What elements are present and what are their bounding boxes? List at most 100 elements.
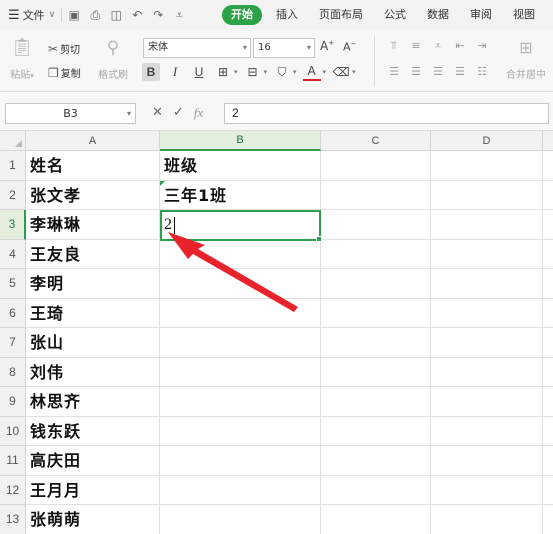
name-box[interactable]: B3 ▾ bbox=[5, 103, 136, 124]
table-cell[interactable] bbox=[321, 180, 431, 210]
table-cell[interactable] bbox=[321, 269, 431, 299]
decrease-font-icon[interactable]: A− bbox=[343, 40, 356, 54]
column-header-b[interactable]: B bbox=[160, 131, 321, 151]
cell-style-icon[interactable]: ⊟ bbox=[244, 63, 262, 81]
row-header[interactable]: 4 bbox=[0, 239, 26, 269]
table-cell[interactable] bbox=[321, 387, 431, 417]
tab-view[interactable]: 视图 bbox=[513, 5, 535, 25]
column-header-e[interactable] bbox=[543, 131, 553, 151]
indent-increase-icon[interactable]: ⇥ bbox=[473, 38, 491, 54]
row-header[interactable]: 8 bbox=[0, 357, 26, 387]
table-cell[interactable]: 三年1班 bbox=[160, 180, 321, 210]
table-cell[interactable] bbox=[160, 269, 321, 299]
row-header[interactable]: 11 bbox=[0, 446, 26, 476]
merge-center-button[interactable]: ⊞ 合并居中 bbox=[506, 38, 546, 81]
table-cell[interactable] bbox=[160, 328, 321, 358]
table-cell[interactable] bbox=[321, 357, 431, 387]
eraser-icon[interactable]: ⌫ bbox=[332, 63, 350, 81]
align-bottom-icon[interactable]: ⩡ bbox=[429, 38, 447, 54]
tab-formulas[interactable]: 公式 bbox=[384, 5, 406, 25]
table-cell[interactable] bbox=[160, 298, 321, 328]
underline-button[interactable]: U bbox=[190, 63, 208, 81]
distribute-icon[interactable]: ☷ bbox=[473, 64, 491, 80]
table-cell[interactable]: 姓名 bbox=[26, 151, 160, 181]
table-cell[interactable] bbox=[321, 298, 431, 328]
table-cell[interactable] bbox=[431, 328, 543, 358]
table-cell[interactable]: 高庆田 bbox=[26, 446, 160, 476]
save-icon[interactable]: ▣ bbox=[68, 8, 80, 22]
table-cell[interactable] bbox=[543, 505, 553, 534]
table-cell[interactable] bbox=[431, 446, 543, 476]
table-cell[interactable] bbox=[160, 239, 321, 269]
table-cell[interactable]: 李明 bbox=[26, 269, 160, 299]
fill-color-icon[interactable]: ⛉ bbox=[273, 63, 291, 81]
border-icon[interactable]: ⊞ bbox=[214, 63, 232, 81]
column-header-d[interactable]: D bbox=[431, 131, 543, 151]
table-cell[interactable] bbox=[543, 240, 553, 269]
file-menu[interactable]: ☰ 文件 ∨ bbox=[8, 7, 55, 23]
copy-button[interactable]: ❐ 复制 bbox=[48, 65, 81, 81]
row-header[interactable]: 3 bbox=[0, 210, 26, 240]
redo-icon[interactable]: ↷ bbox=[152, 8, 164, 22]
table-cell[interactable]: 张文孝 bbox=[26, 180, 160, 210]
row-header[interactable]: 13 bbox=[0, 505, 26, 534]
table-cell[interactable]: 钱东跃 bbox=[26, 416, 160, 446]
table-cell[interactable] bbox=[321, 328, 431, 358]
table-cell[interactable] bbox=[160, 475, 321, 505]
align-right-icon[interactable]: ☰ bbox=[429, 64, 447, 80]
row-header[interactable]: 12 bbox=[0, 475, 26, 505]
table-cell[interactable] bbox=[543, 210, 553, 240]
tab-review[interactable]: 审阅 bbox=[470, 5, 492, 25]
table-cell[interactable] bbox=[543, 417, 553, 446]
undo-icon[interactable]: ↶ bbox=[131, 8, 143, 22]
fill-handle[interactable] bbox=[316, 236, 322, 242]
paste-button[interactable]: 📋︎ 粘贴▾ bbox=[6, 38, 38, 82]
table-cell[interactable] bbox=[543, 181, 553, 210]
table-cell[interactable] bbox=[321, 151, 431, 181]
chevron-down-icon[interactable]: ▾ bbox=[264, 68, 268, 76]
cut-button[interactable]: ✂ 剪切 bbox=[48, 41, 80, 57]
row-header[interactable]: 9 bbox=[0, 387, 26, 417]
table-cell[interactable]: 张山 bbox=[26, 328, 160, 358]
table-cell[interactable] bbox=[321, 239, 431, 269]
align-middle-icon[interactable]: ≡ bbox=[407, 38, 425, 54]
column-header-a[interactable]: A bbox=[26, 131, 160, 151]
table-cell[interactable] bbox=[321, 446, 431, 476]
table-cell[interactable] bbox=[431, 180, 543, 210]
table-cell[interactable] bbox=[321, 210, 431, 240]
row-header[interactable]: 5 bbox=[0, 269, 26, 299]
formula-input[interactable]: 2 bbox=[224, 103, 549, 124]
table-cell[interactable] bbox=[431, 475, 543, 505]
table-cell[interactable]: 张萌萌 bbox=[26, 505, 160, 534]
align-left-icon[interactable]: ☰ bbox=[385, 64, 403, 80]
table-cell[interactable]: 林思齐 bbox=[26, 387, 160, 417]
table-cell[interactable] bbox=[160, 446, 321, 476]
table-cell[interactable] bbox=[543, 358, 553, 387]
tab-page-layout[interactable]: 页面布局 bbox=[319, 5, 363, 25]
increase-font-icon[interactable]: A+ bbox=[320, 39, 334, 53]
tab-insert[interactable]: 插入 bbox=[276, 5, 298, 25]
table-cell[interactable]: 王琦 bbox=[26, 298, 160, 328]
tab-home[interactable]: 开始 bbox=[222, 5, 262, 25]
tab-data[interactable]: 数据 bbox=[427, 5, 449, 25]
table-cell[interactable] bbox=[321, 475, 431, 505]
table-cell[interactable] bbox=[431, 151, 543, 181]
table-cell[interactable] bbox=[431, 210, 543, 240]
chevron-down-icon[interactable]: ▾ bbox=[352, 68, 356, 76]
font-name-select[interactable]: 宋体 ▾ bbox=[143, 38, 251, 58]
row-header[interactable]: 1 bbox=[0, 151, 26, 181]
print-preview-icon[interactable]: ◫ bbox=[110, 8, 122, 22]
chevron-down-icon[interactable]: ▾ bbox=[293, 68, 297, 76]
customize-toolbar-icon[interactable]: ⩡ bbox=[173, 8, 185, 23]
table-cell[interactable] bbox=[431, 416, 543, 446]
table-cell[interactable] bbox=[160, 387, 321, 417]
bold-button[interactable]: B bbox=[142, 63, 160, 81]
justify-icon[interactable]: ☰ bbox=[451, 64, 469, 80]
font-size-select[interactable]: 16 ▾ bbox=[253, 38, 315, 58]
indent-decrease-icon[interactable]: ⇤ bbox=[451, 38, 469, 54]
table-cell[interactable]: 李琳琳 bbox=[26, 210, 160, 240]
row-header[interactable]: 7 bbox=[0, 328, 26, 358]
table-cell[interactable] bbox=[543, 387, 553, 417]
table-cell[interactable] bbox=[160, 416, 321, 446]
italic-button[interactable]: I bbox=[166, 63, 184, 81]
